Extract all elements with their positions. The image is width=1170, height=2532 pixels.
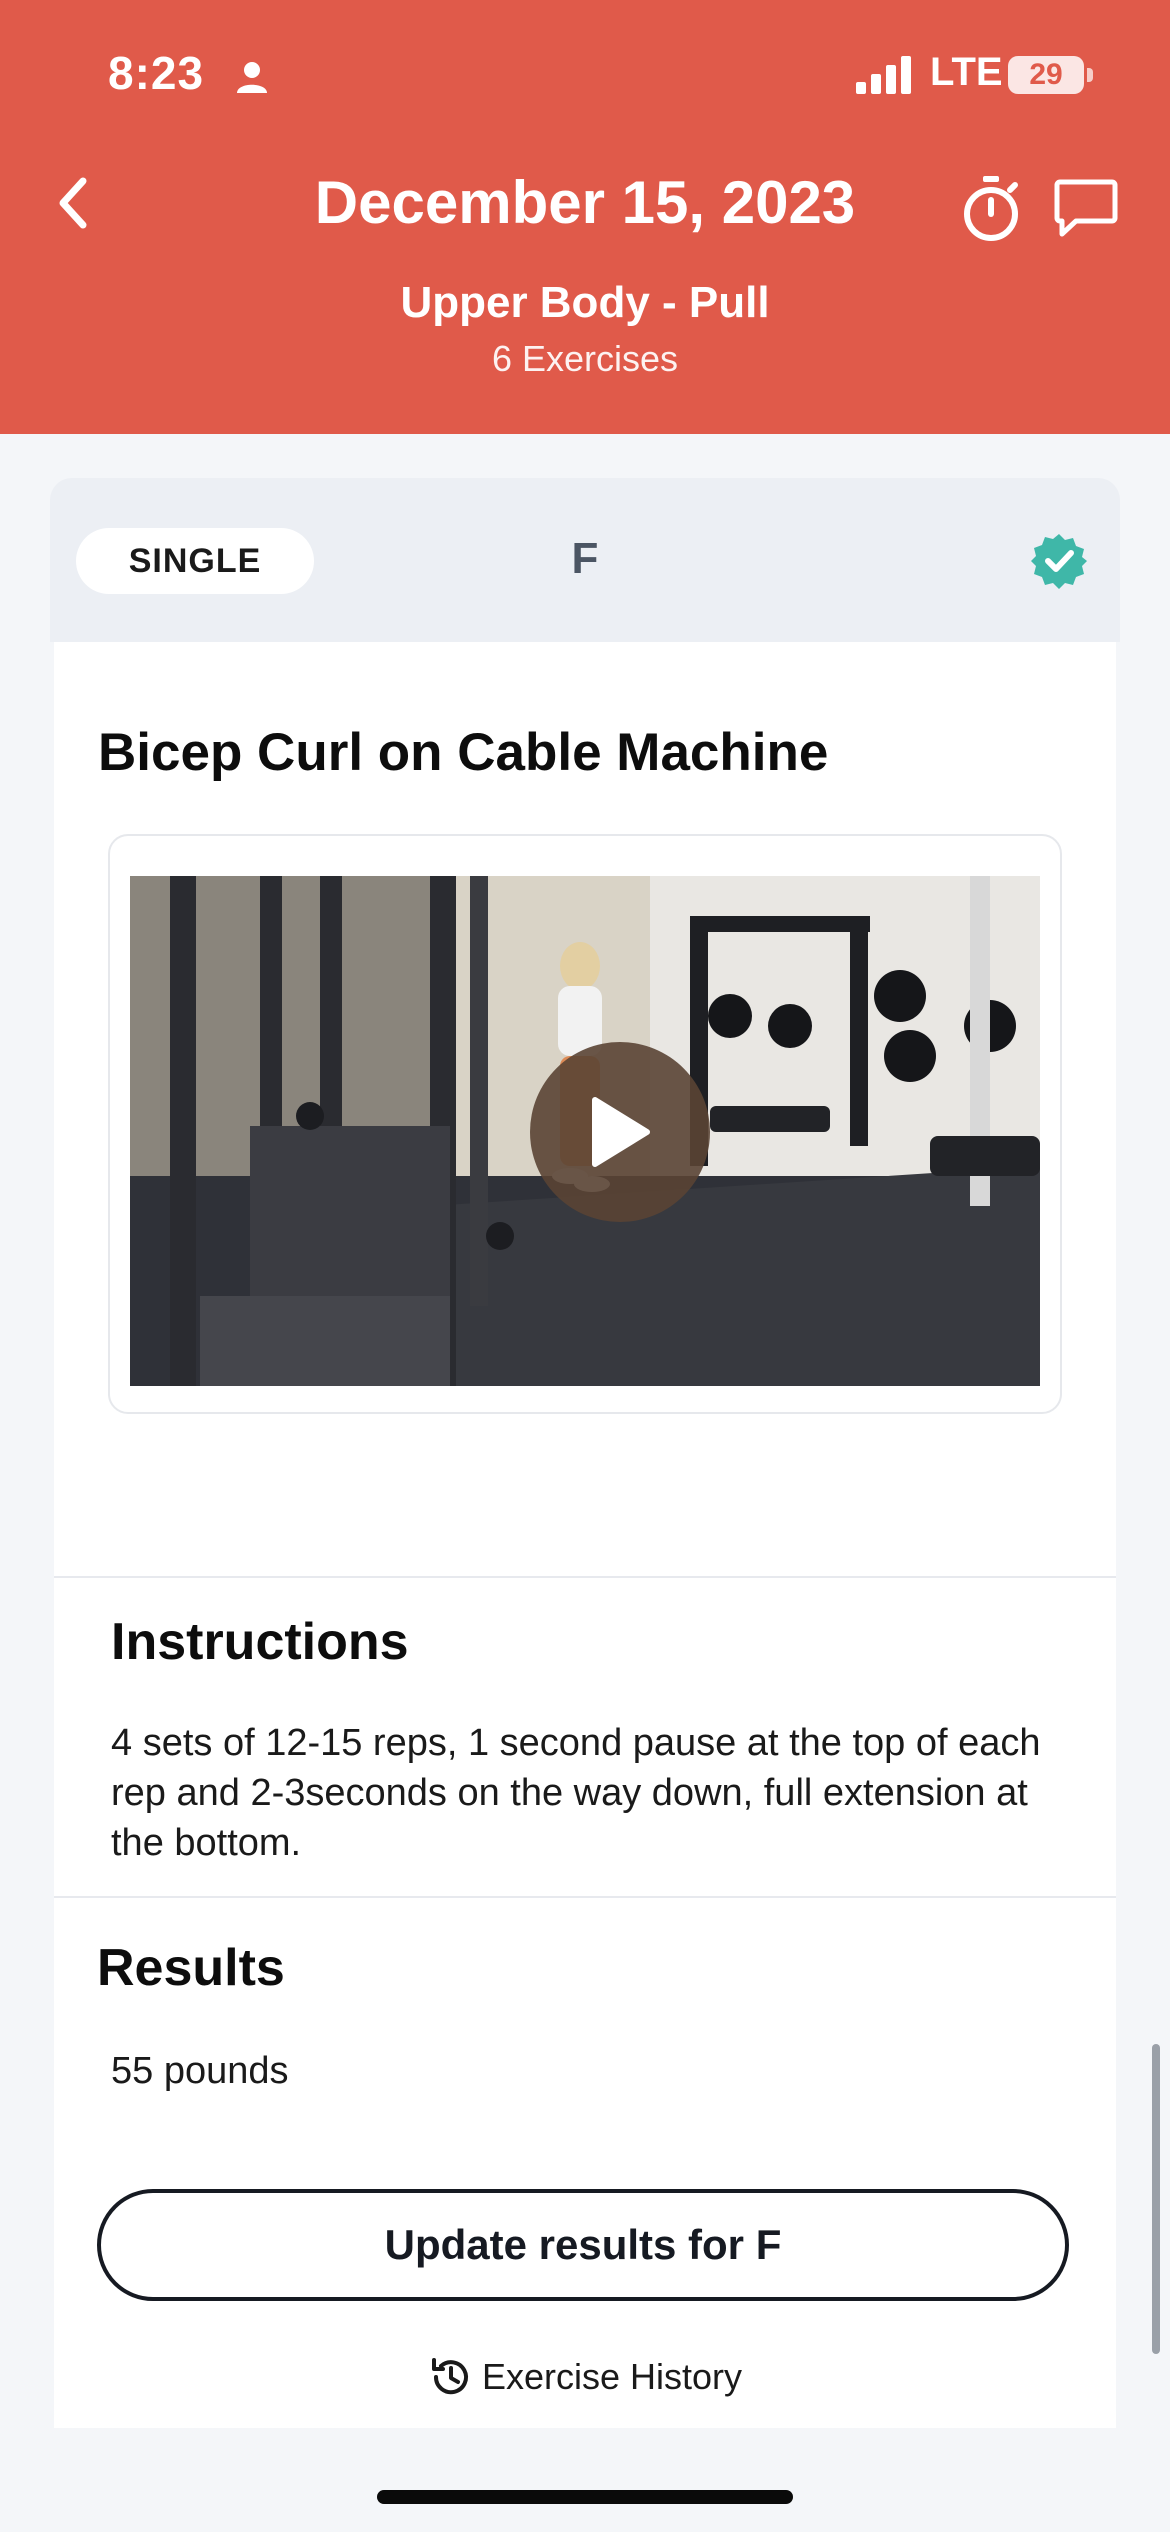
home-indicator[interactable] [377,2490,793,2504]
exercise-video[interactable] [130,876,1040,1386]
stopwatch-button[interactable] [960,176,1022,247]
exercise-card-header: SINGLE F [50,478,1120,642]
status-time: 8:23 [108,47,205,99]
battery-icon: 29 [1008,56,1084,94]
play-icon [592,1097,650,1167]
app-header: 8:23 LTE 29 December 15, 2023 Upper Body… [0,0,1170,434]
network-label: LTE [930,50,1003,94]
divider [54,1576,1116,1578]
exercise-history-link[interactable]: Exercise History [54,2354,1116,2400]
history-icon [431,2358,468,2395]
comments-button[interactable] [1054,178,1118,243]
results-title: Results [97,1939,285,1997]
instructions-title: Instructions [111,1613,409,1671]
update-results-button[interactable]: Update results for F [97,2189,1069,2301]
stopwatch-icon [964,176,1018,241]
exercise-count: 6 Exercises [491,338,679,379]
completed-check-icon [1030,532,1088,595]
exercise-card-body: Bicep Curl on Cable Machine Instructions… [54,642,1116,2428]
battery-tip [1087,68,1093,82]
video-container [108,834,1062,1414]
exercise-title: Bicep Curl on Cable Machine [98,723,829,782]
exercise-history-label: Exercise History [481,2356,743,2397]
divider [54,1896,1116,1898]
results-value: 55 pounds [111,2050,289,2092]
person-icon [235,60,269,99]
play-button[interactable] [530,1042,710,1222]
signal-icon [856,56,916,99]
instructions-text: 4 sets of 12-15 reps, 1 second pause at … [111,1722,1041,1864]
set-letter: F [571,534,599,583]
chat-icon [1054,179,1118,237]
workout-name: Upper Body - Pull [400,278,770,327]
scrollbar[interactable] [1152,2044,1160,2354]
